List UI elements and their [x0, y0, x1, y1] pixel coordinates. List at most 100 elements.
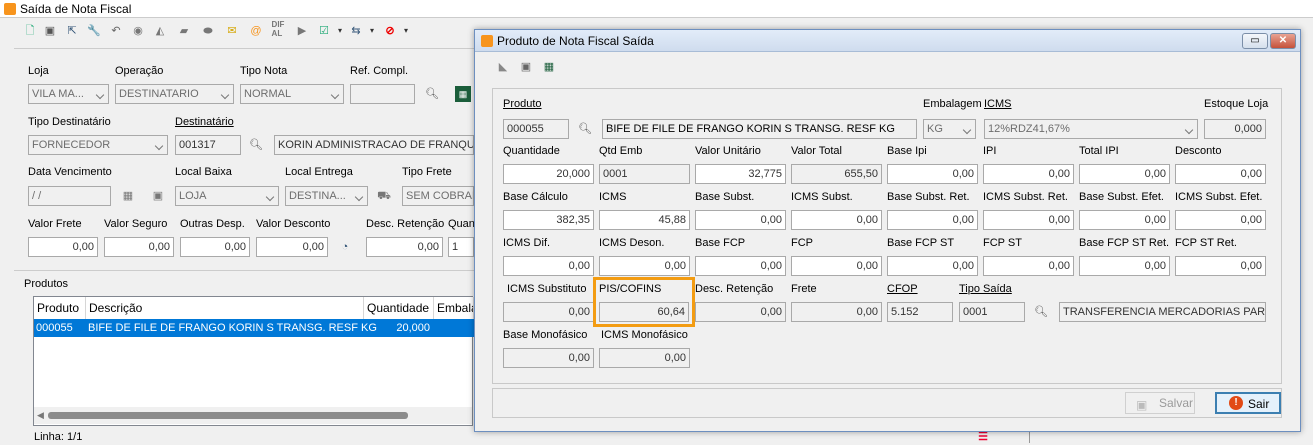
tools-icon[interactable]: 🔧 [86, 23, 102, 39]
icms-value-input[interactable]: 45,88 [599, 210, 690, 230]
destinatario-name-input[interactable]: KORIN ADMINISTRACAO DE FRANQUIA [274, 135, 474, 155]
base-calculo-input[interactable]: 382,35 [503, 210, 594, 230]
dif-al-icon[interactable]: DIF AL [270, 20, 286, 38]
outras-desp-input[interactable]: 0,00 [180, 237, 250, 257]
dropdown-icon[interactable]: ▾ [364, 23, 380, 39]
sair-button[interactable]: ! Sair [1215, 392, 1281, 414]
calculator-icon[interactable]: ▦ [455, 86, 471, 102]
undo-icon[interactable]: ↶ [108, 23, 124, 39]
search-icon[interactable]: 🔍︎ [424, 86, 440, 102]
close-button[interactable]: ✕ [1270, 33, 1296, 49]
destinatario-code-input[interactable]: 001317 [175, 135, 241, 155]
icms-subst-efet-input[interactable]: 0,00 [1175, 210, 1266, 230]
column-header-descricao[interactable]: Descrição [86, 297, 364, 319]
new-icon[interactable]: 🗋 [22, 23, 38, 39]
estoque-loja-input: 0,000 [1204, 119, 1266, 139]
desc-retencao-input[interactable]: 0,00 [366, 237, 443, 257]
dialog-title-bar: Produto de Nota Fiscal Saída ▭ ✕ [475, 30, 1300, 52]
tipo-nota-label: Tipo Nota [240, 65, 288, 77]
scroll-thumb[interactable] [48, 412, 408, 419]
tipo-nota-select[interactable]: NORMAL [240, 84, 344, 104]
ipi-input[interactable]: 0,00 [983, 164, 1074, 184]
produto-dialog: Produto de Nota Fiscal Saída ▭ ✕ ◣ ▣ ▦ P… [474, 29, 1301, 432]
fcp-st-ret-input[interactable]: 0,00 [1175, 256, 1266, 276]
folder-icon[interactable]: ▰ [176, 23, 192, 39]
save-icon[interactable]: ▣ [42, 23, 58, 39]
icms-dif-input[interactable]: 0,00 [503, 256, 594, 276]
email-at-icon[interactable]: @ [248, 23, 264, 39]
search-icon[interactable]: 🔍︎ [577, 121, 593, 137]
produto-desc-input: BIFE DE FILE DE FRANGO KORIN S TRANSG. R… [602, 119, 917, 139]
save-icon[interactable]: ▣ [518, 59, 534, 75]
quantidade-input[interactable]: 1 [448, 237, 474, 257]
icms-deson-input[interactable]: 0,00 [599, 256, 690, 276]
dropdown-icon[interactable]: ▾ [398, 23, 414, 39]
document-icon[interactable]: ▣ [150, 188, 166, 204]
operacao-select[interactable]: DESTINATARIO [115, 84, 234, 104]
qtd-emb-input[interactable]: 0001 [599, 164, 690, 184]
transfer-icon[interactable]: ⇆ [348, 23, 364, 39]
outras-desp-label: Outras Desp. [180, 218, 245, 230]
base-subst-ret-input[interactable]: 0,00 [887, 210, 978, 230]
desconto-input[interactable]: 0,00 [1175, 164, 1266, 184]
truck-icon[interactable]: ⛟ [376, 188, 392, 204]
fcp-st-label: FCP ST [983, 237, 1022, 249]
column-header-embalagem[interactable]: Embalag [434, 297, 474, 319]
stamp-icon[interactable]: ◭ [152, 23, 168, 39]
products-grid[interactable]: Produto Descrição Quantidade Embalag 000… [33, 296, 474, 426]
check-doc-icon[interactable]: ☑ [316, 23, 332, 39]
base-fcp-st-input[interactable]: 0,00 [887, 256, 978, 276]
horizontal-scrollbar[interactable]: ◀ [34, 407, 472, 424]
icms-subst-ret-label: ICMS Subst. Ret. [983, 191, 1068, 203]
calendar-icon[interactable]: ▦ [120, 188, 136, 204]
ipi-label: IPI [983, 145, 997, 157]
base-fcp-st-ret-input[interactable]: 0,00 [1079, 256, 1170, 276]
mail-icon[interactable]: ✉ [224, 23, 240, 39]
base-subst-label: Base Subst. [695, 191, 755, 203]
base-fcp-input[interactable]: 0,00 [695, 256, 786, 276]
salvar-button[interactable]: ▣ Salvar [1125, 392, 1195, 414]
column-header-quantidade[interactable]: Quantidade [364, 297, 434, 319]
local-baixa-select[interactable]: LOJA [175, 186, 279, 206]
document-icon[interactable]: ◣ [495, 59, 511, 75]
icms-subst-ret-input[interactable]: 0,00 [983, 210, 1074, 230]
calculator-add-icon[interactable]: ▦ [541, 59, 557, 75]
restore-button[interactable]: ▭ [1242, 33, 1268, 49]
scroll-left-icon[interactable]: ◀ [37, 410, 44, 421]
valor-seguro-input[interactable]: 0,00 [104, 237, 174, 257]
icms-subst-input[interactable]: 0,00 [791, 210, 882, 230]
base-subst-input[interactable]: 0,00 [695, 210, 786, 230]
ref-compl-input[interactable] [350, 84, 415, 104]
fcp-input[interactable]: 0,00 [791, 256, 882, 276]
embalagem-select[interactable]: KG [923, 119, 976, 139]
valor-unitario-input[interactable]: 32,775 [695, 164, 786, 184]
cfop-input[interactable]: 5.152 [887, 302, 953, 322]
column-header-produto[interactable]: Produto [34, 297, 86, 319]
icms-select[interactable]: 12%RDZ41,67% [984, 119, 1198, 139]
table-row[interactable]: 000055 BIFE DE FILE DE FRANGO KORIN S TR… [34, 319, 474, 337]
link-icon[interactable]: ⬬ [200, 23, 216, 39]
local-entrega-select[interactable]: DESTINA... [285, 186, 368, 206]
quantidade-input[interactable]: 20,000 [503, 164, 594, 184]
base-subst-efet-input[interactable]: 0,00 [1079, 210, 1170, 230]
valor-desconto-input[interactable]: 0,00 [256, 237, 328, 257]
search-icon[interactable]: 🔍︎ [1033, 304, 1049, 320]
document-icon[interactable]: ▶ [294, 23, 310, 39]
search-icon[interactable]: 🔍︎ [248, 137, 264, 153]
valor-frete-input[interactable]: 0,00 [28, 237, 98, 257]
total-ipi-input[interactable]: 0,00 [1079, 164, 1170, 184]
icms-substituto-input: 0,00 [503, 302, 594, 322]
tipo-frete-select[interactable]: SEM COBRANÇ [402, 186, 474, 206]
tipo-destinatario-select[interactable]: FORNECEDOR [28, 135, 168, 155]
export-icon[interactable]: ⇱ [64, 23, 80, 39]
cancel-icon[interactable]: ⊘ [382, 23, 398, 39]
base-ipi-input[interactable]: 0,00 [887, 164, 978, 184]
data-vencimento-input[interactable]: / / [28, 186, 111, 206]
loja-select[interactable]: VILA MA... [28, 84, 109, 104]
produto-code-input[interactable]: 000055 [503, 119, 569, 139]
fcp-st-input[interactable]: 0,00 [983, 256, 1074, 276]
tipo-saida-input[interactable]: 0001 [959, 302, 1025, 322]
discount-icon[interactable]: ◔ [337, 239, 353, 255]
disc-icon[interactable]: ◉ [130, 23, 146, 39]
dropdown-icon[interactable]: ▾ [332, 23, 348, 39]
